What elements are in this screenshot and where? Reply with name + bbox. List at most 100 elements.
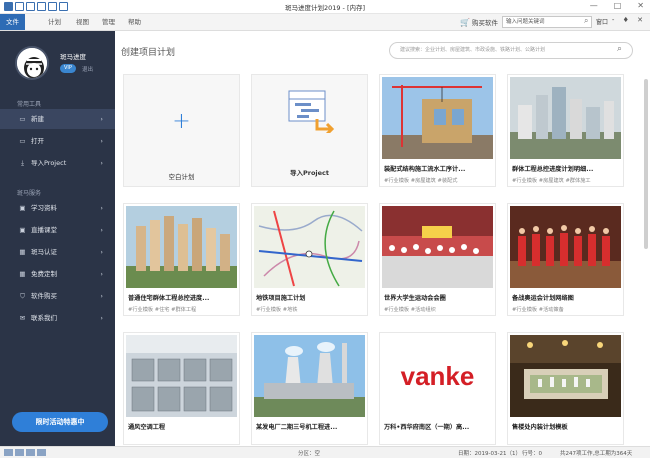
status-bar: 分区：空 日期：2019-03-21（1） 行号：0 共247项工作,总工期为3… [0,446,650,458]
sidebar-item-label: 直播课堂 [31,226,57,234]
card-title: 售楼处内装计划模板 [512,424,568,431]
tab-help[interactable]: 帮助 [122,14,147,30]
book-icon: ▣ [19,204,26,212]
card-title: 普通住宅群体工程总控进度... [128,295,210,302]
close-button[interactable]: ✕ [637,1,644,10]
section-zebra-services: 斑马服务 [17,190,42,197]
gantt-view-icon[interactable] [37,449,46,456]
template-card[interactable]: 售楼处内装计划模板 [507,332,624,445]
list-view-icon[interactable] [15,449,24,456]
window-title: 斑马进度计划2019 - [内存] [284,4,366,12]
avatar[interactable] [15,46,49,80]
template-card[interactable]: + 空白计划 [123,74,240,187]
user-name: 斑马进度 [60,53,86,61]
help-search-input[interactable]: 输入问题关键词 [502,16,592,28]
sidebar-item-label: 软件购买 [31,292,57,300]
chevron-right-icon: › [100,137,103,145]
card-tags: #行业模板 #地铁 [256,307,298,313]
status-date: 日期：2019-03-21（1） [458,451,521,457]
cart-icon: 🛒 [460,17,470,27]
card-title: 某发电厂二期三号机工程进... [256,424,338,431]
vip-badge: VIP [60,64,76,73]
import-project-icon [287,89,335,136]
card-title: 地铁项目施工计划 [256,295,306,302]
tab-plan[interactable]: 计划 [42,14,67,30]
chevron-right-icon: › [100,204,103,212]
grid-view-icon[interactable] [4,449,13,456]
template-card[interactable]: 世界大学生运动会会圈 #行业模板 #活动组织 [379,203,496,316]
scrollbar[interactable] [644,79,648,249]
template-card[interactable]: 群体工程总控进度计划明细... #行业模板 #房屋建筑 #群体施工 [507,74,624,187]
sidebar-item-cart[interactable]: ⛉ 软件购买 › [0,286,115,306]
status-summary: 共247项工作,总工期为364天 [560,451,633,457]
card-title: 空白计划 [168,173,195,181]
logout-link[interactable]: 退出 [82,65,93,73]
sidebar-item-book[interactable]: ▣ 学习资料 › [0,198,115,218]
app-window: 斑马进度计划2019 - [内存] — □ ✕ 文件 计划 视图 管理 帮助 🛒… [0,0,650,458]
mail-icon: ✉ [19,314,26,322]
sidebar-item-new[interactable]: ▭ 新建 › [0,109,115,129]
buy-software-button[interactable]: 🛒 购买软件 [460,17,498,28]
template-card[interactable]: vanke 万科•西华府南区（一期）高... [379,332,496,445]
menu-bar: 文件 计划 视图 管理 帮助 🛒 购买软件 输入问题关键词 ⌕ 窗口 - ♦ ✕ [0,14,650,31]
cart-icon: ⛉ [20,292,25,300]
template-search-input[interactable]: 建议搜索：企业计划、房屋建筑、市政设施、铁路计划、公路计划 [389,42,633,59]
card-thumbnail [510,206,621,288]
sidebar-item-label: 斑马认证 [31,248,57,256]
template-card[interactable]: 导入Project [251,74,368,187]
sidebar: 斑马进度 VIP 退出 常用工具 ▭ 新建 › ▭ 打开 › ⤓ 导入Project › 斑马服… [0,31,115,446]
title-bar: 斑马进度计划2019 - [内存] — □ ✕ [0,0,650,14]
template-card[interactable]: 备战奥运会计划网络图 #行业模板 #活动策备 [507,203,624,316]
view-switcher[interactable] [4,449,48,458]
template-card[interactable]: 地铁项目施工计划 #行业模板 #地铁 [251,203,368,316]
card-thumbnail [382,77,493,159]
card-tags: #行业模板 #房屋建筑 #装配式 [384,178,458,184]
card-thumbnail [510,335,621,417]
sidebar-item-certificate[interactable]: ▦ 斑马认证 › [0,242,115,262]
sidebar-item-mail[interactable]: ✉ 联系我们 › [0,308,115,328]
new-icon: ▭ [19,115,26,123]
status-partition: 分区：空 [298,451,321,457]
tab-file[interactable]: 文件 [0,14,25,30]
sidebar-item-label: 新建 [31,115,44,123]
tab-view[interactable]: 视图 [70,14,95,30]
chevron-right-icon: › [100,115,103,123]
card-thumbnail [254,206,365,288]
status-row: 行号：0 [522,451,542,457]
custom-icon: ▦ [19,270,26,278]
svg-text:vanke: vanke [401,361,475,391]
sidebar-item-label: 免费定制 [31,270,57,278]
template-card[interactable]: 通风空调工程 [123,332,240,445]
template-card[interactable]: 普通住宅群体工程总控进度... #行业模板 #住宅 #群体工程 [123,203,240,316]
search-icon[interactable]: ⌕ [617,44,622,54]
buy-software-label: 购买软件 [471,19,498,27]
chevron-right-icon: › [100,314,103,322]
card-title: 群体工程总控进度计划明细... [512,166,594,173]
tab-manage[interactable]: 管理 [96,14,121,30]
sidebar-item-import[interactable]: ⤓ 导入Project › [0,153,115,173]
card-title: 装配式结构施工流水工序计... [384,166,466,173]
window-menu[interactable]: 窗口 [596,17,608,26]
search-icon[interactable]: ⌕ [584,16,588,26]
network-view-icon[interactable] [26,449,35,456]
ribbon-controls[interactable]: - ♦ ✕ [612,16,646,24]
maximize-button[interactable]: □ [614,1,622,10]
sidebar-item-folder[interactable]: ▭ 打开 › [0,131,115,151]
folder-icon: ▭ [19,137,26,145]
card-title: 万科•西华府南区（一期）高... [384,424,470,431]
chevron-right-icon: › [100,159,103,167]
promo-button[interactable]: 限时活动特惠中 [12,412,108,432]
chevron-right-icon: › [100,292,103,300]
template-card[interactable]: 某发电厂二期三号机工程进... [251,332,368,445]
import-icon: ⤓ [21,159,24,167]
card-tags: #行业模板 #活动策备 [512,307,564,313]
card-thumbnail [126,206,237,288]
sidebar-item-custom[interactable]: ▦ 免费定制 › [0,264,115,284]
card-title: 备战奥运会计划网络图 [512,295,574,302]
chevron-right-icon: › [100,248,103,256]
minimize-button[interactable]: — [590,1,598,10]
sidebar-item-live[interactable]: ▣ 直播课堂 › [0,220,115,240]
sidebar-item-label: 联系我们 [31,314,57,322]
zebra-avatar-icon [17,48,47,78]
template-card[interactable]: 装配式结构施工流水工序计... #行业模板 #房屋建筑 #装配式 [379,74,496,187]
